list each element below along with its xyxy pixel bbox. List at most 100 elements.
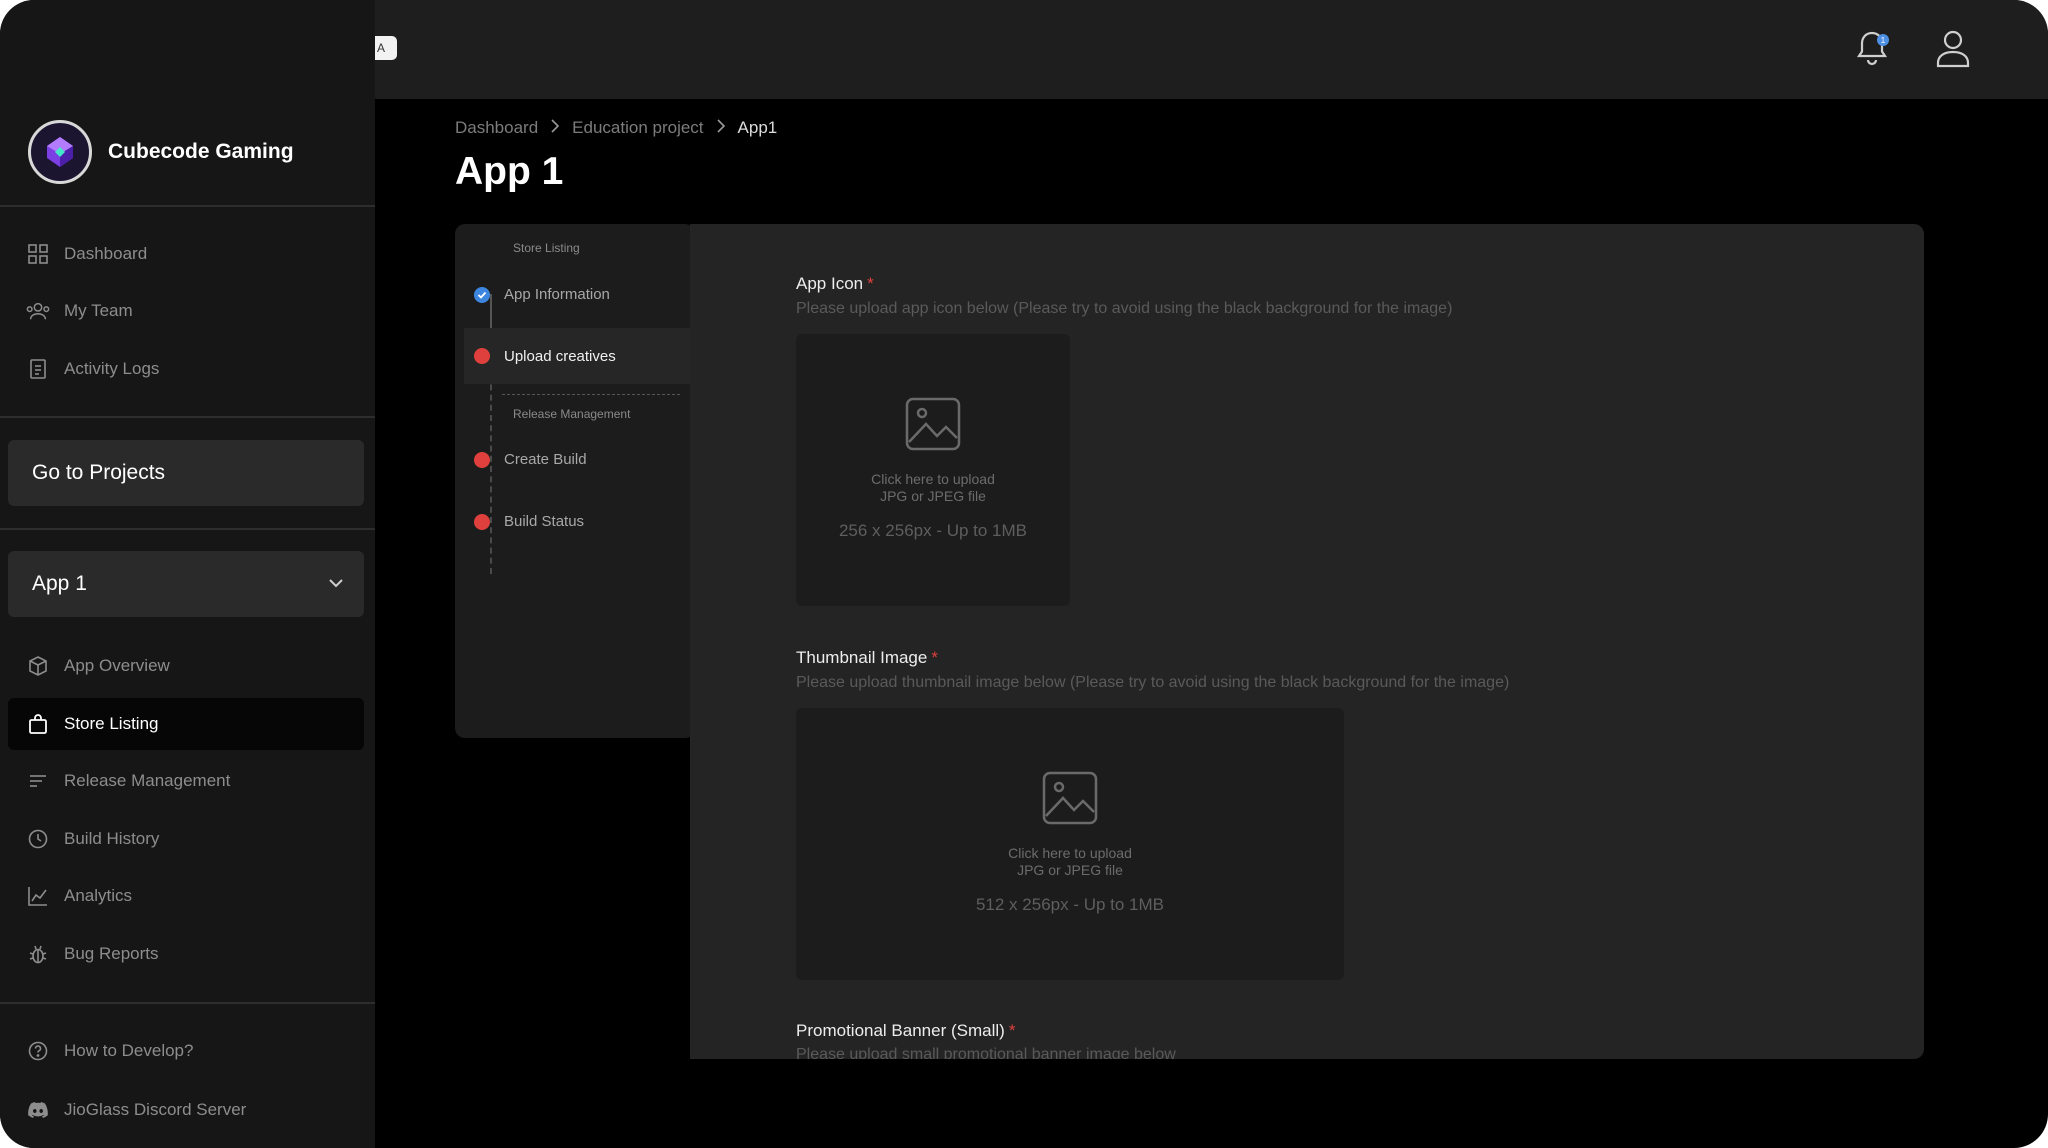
top-bar xyxy=(375,0,2048,99)
sidebar-item-activity-logs[interactable]: Activity Logs xyxy=(26,354,159,384)
field-title-text: Promotional Banner (Small) xyxy=(796,1021,1005,1040)
thumbnail-upload-area[interactable]: Click here to upload JPG or JPEG file 51… xyxy=(796,708,1344,980)
brand[interactable]: Cubecode Gaming xyxy=(28,120,294,184)
app-icon-field-title: App Icon * xyxy=(796,274,874,294)
app-icon-field-description: Please upload app icon below (Please try… xyxy=(796,300,1453,317)
step-label: Upload creatives xyxy=(504,347,616,365)
app-selector-label: App 1 xyxy=(32,572,87,595)
chevron-right-icon xyxy=(716,118,726,138)
discord-icon xyxy=(26,1098,50,1122)
promo-banner-small-field-description: Please upload small promotional banner i… xyxy=(796,1046,1176,1059)
sidebar-item-discord-server[interactable]: JioGlass Discord Server xyxy=(26,1095,246,1125)
user-profile-icon[interactable] xyxy=(1935,28,1971,73)
sidebar-item-analytics[interactable]: Analytics xyxy=(26,881,132,911)
sidebar-item-bug-reports[interactable]: Bug Reports xyxy=(26,939,159,969)
bug-icon xyxy=(26,942,50,966)
status-dot-icon xyxy=(474,348,490,364)
sidebar-item-my-team[interactable]: My Team xyxy=(26,296,133,326)
steps-panel: Store Listing App Information Upload cre… xyxy=(455,224,695,738)
sidebar-item-label: Dashboard xyxy=(64,244,148,263)
required-marker: * xyxy=(1008,1021,1016,1040)
bag-icon xyxy=(26,712,50,736)
field-title-text: App Icon xyxy=(796,274,864,293)
upload-instruction-line: Click here to upload xyxy=(1008,845,1132,861)
sidebar-item-label: My Team xyxy=(64,301,133,320)
step-upload-creatives[interactable]: Upload creatives xyxy=(464,328,695,384)
document-icon xyxy=(26,357,50,381)
go-to-projects-button[interactable]: Go to Projects xyxy=(8,440,364,506)
breadcrumb-current: App1 xyxy=(737,118,778,137)
check-icon xyxy=(474,286,490,303)
divider xyxy=(0,205,375,207)
breadcrumb: Dashboard Education project App1 xyxy=(455,118,777,138)
promo-banner-small-field-title: Promotional Banner (Small) * xyxy=(796,1021,1015,1041)
sidebar-item-build-history[interactable]: Build History xyxy=(26,824,159,854)
grid-icon xyxy=(26,242,50,266)
sidebar-item-how-to-develop[interactable]: How to Develop? xyxy=(26,1036,193,1066)
image-placeholder-icon xyxy=(904,396,962,457)
step-create-build[interactable]: Create Build xyxy=(474,451,587,468)
sidebar-item-label: Bug Reports xyxy=(64,944,159,963)
upload-instruction: Click here to upload JPG or JPEG file xyxy=(1008,845,1132,879)
brand-logo-icon xyxy=(28,120,92,184)
sidebar-item-label: Build History xyxy=(64,829,160,848)
brand-name: Cubecode Gaming xyxy=(108,140,294,163)
upload-size-hint: 512 x 256px - Up to 1MB xyxy=(975,895,1165,914)
image-placeholder-icon xyxy=(1041,770,1099,831)
list-icon xyxy=(26,769,50,793)
step-label: Create Build xyxy=(504,451,587,468)
sidebar-item-label: Analytics xyxy=(64,886,133,905)
cube-icon xyxy=(26,654,50,678)
app-selector-dropdown[interactable]: App 1 xyxy=(8,551,364,617)
upload-file-type: JPG or JPEG file xyxy=(1017,862,1123,878)
upload-creatives-form: App Icon * Please upload app icon below (… xyxy=(690,224,1924,1059)
history-icon xyxy=(26,827,50,851)
sidebar-item-label: App Overview xyxy=(64,656,170,675)
divider xyxy=(502,394,680,395)
sidebar-item-release-management[interactable]: Release Management xyxy=(26,766,230,796)
thumbnail-field-description: Please upload thumbnail image below (Ple… xyxy=(796,674,1510,691)
status-dot-icon xyxy=(474,451,490,468)
divider xyxy=(0,1002,375,1004)
chart-icon xyxy=(26,884,50,908)
required-marker: * xyxy=(931,648,938,667)
sidebar-item-app-overview[interactable]: App Overview xyxy=(26,651,170,681)
upload-instruction-line: Click here to upload xyxy=(871,471,995,487)
sidebar-item-dashboard[interactable]: Dashboard xyxy=(26,239,147,269)
divider xyxy=(0,416,375,418)
page-title: App 1 xyxy=(455,150,564,193)
chevron-down-icon xyxy=(326,573,346,599)
steps-section-release-management: Release Management xyxy=(513,407,631,421)
field-title-text: Thumbnail Image xyxy=(796,648,928,667)
step-connector xyxy=(490,364,492,574)
status-dot-icon xyxy=(474,513,490,530)
sidebar-item-label: How to Develop? xyxy=(64,1041,194,1060)
chevron-right-icon xyxy=(550,118,560,138)
sidebar-item-label: Release Management xyxy=(64,771,231,790)
breadcrumb-education-project[interactable]: Education project xyxy=(572,118,703,138)
thumbnail-field-title: Thumbnail Image * xyxy=(796,648,938,668)
notification-count-badge: 1 xyxy=(1877,34,1889,46)
step-label: Build Status xyxy=(504,513,585,530)
sidebar-item-label: Store Listing xyxy=(64,714,159,733)
team-icon xyxy=(26,299,50,323)
sidebar-item-label: JioGlass Discord Server xyxy=(64,1100,247,1119)
app-window: Cubecode Gaming Dashboard My Team Activi… xyxy=(0,0,2048,1148)
step-label: App Information xyxy=(504,286,610,303)
sidebar: Cubecode Gaming Dashboard My Team Activi… xyxy=(0,0,375,1148)
upload-instruction: Click here to upload JPG or JPEG file xyxy=(871,471,995,505)
sidebar-item-store-listing[interactable]: Store Listing xyxy=(8,698,364,750)
go-to-projects-label: Go to Projects xyxy=(32,461,166,484)
divider xyxy=(0,528,375,530)
app-icon-upload-area[interactable]: Click here to upload JPG or JPEG file 25… xyxy=(796,334,1070,606)
step-build-status[interactable]: Build Status xyxy=(474,513,584,530)
step-app-information[interactable]: App Information xyxy=(474,286,610,303)
steps-section-store-listing: Store Listing xyxy=(513,241,580,255)
sidebar-item-label: Activity Logs xyxy=(64,359,160,378)
upload-size-hint: 256 x 256px - Up to 1MB xyxy=(838,521,1028,540)
help-icon xyxy=(26,1039,50,1063)
required-marker: * xyxy=(867,274,874,293)
upload-file-type: JPG or JPEG file xyxy=(880,488,986,504)
language-badge[interactable]: A xyxy=(375,36,397,60)
breadcrumb-dashboard[interactable]: Dashboard xyxy=(455,118,538,138)
